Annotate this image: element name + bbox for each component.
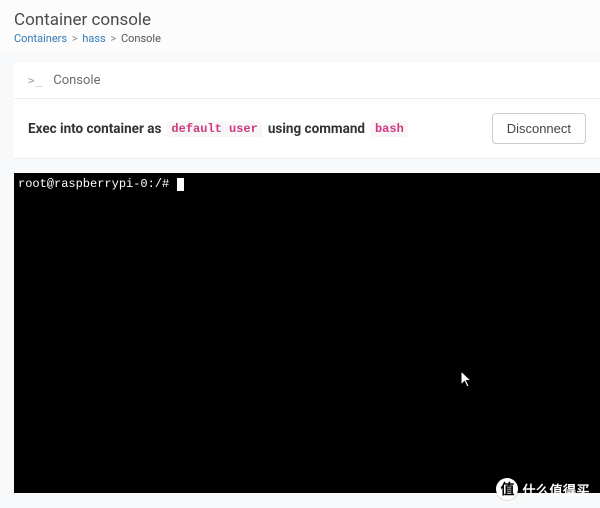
terminal-output: root@raspberrypi-0:/# (18, 177, 596, 193)
panel-header: >_ Console (14, 63, 600, 99)
console-panel: >_ Console Exec into container as defaul… (14, 63, 600, 159)
exec-prefix: Exec into container as (28, 121, 161, 137)
breadcrumb: Containers > hass > Console (14, 32, 586, 45)
breadcrumb-sep: > (72, 32, 78, 45)
breadcrumb-sep: > (110, 32, 116, 45)
terminal-icon: >_ (28, 74, 43, 87)
page-title: Container console (14, 10, 586, 30)
breadcrumb-containers[interactable]: Containers (14, 32, 67, 45)
breadcrumb-hass[interactable]: hass (82, 32, 105, 45)
exec-bar: Exec into container as default user usin… (14, 99, 600, 159)
terminal-prompt: root@raspberrypi-0:/# (18, 177, 169, 191)
terminal-cursor (177, 178, 184, 191)
panel-header-label: Console (53, 73, 100, 88)
disconnect-button[interactable]: Disconnect (492, 113, 586, 144)
breadcrumb-current: Console (121, 32, 161, 45)
exec-user: default user (167, 121, 261, 137)
page-header: Container console Containers > hass > Co… (0, 0, 600, 51)
terminal-container[interactable]: root@raspberrypi-0:/# (14, 173, 600, 493)
exec-command: bash (371, 121, 408, 137)
exec-middle: using command (268, 121, 365, 137)
